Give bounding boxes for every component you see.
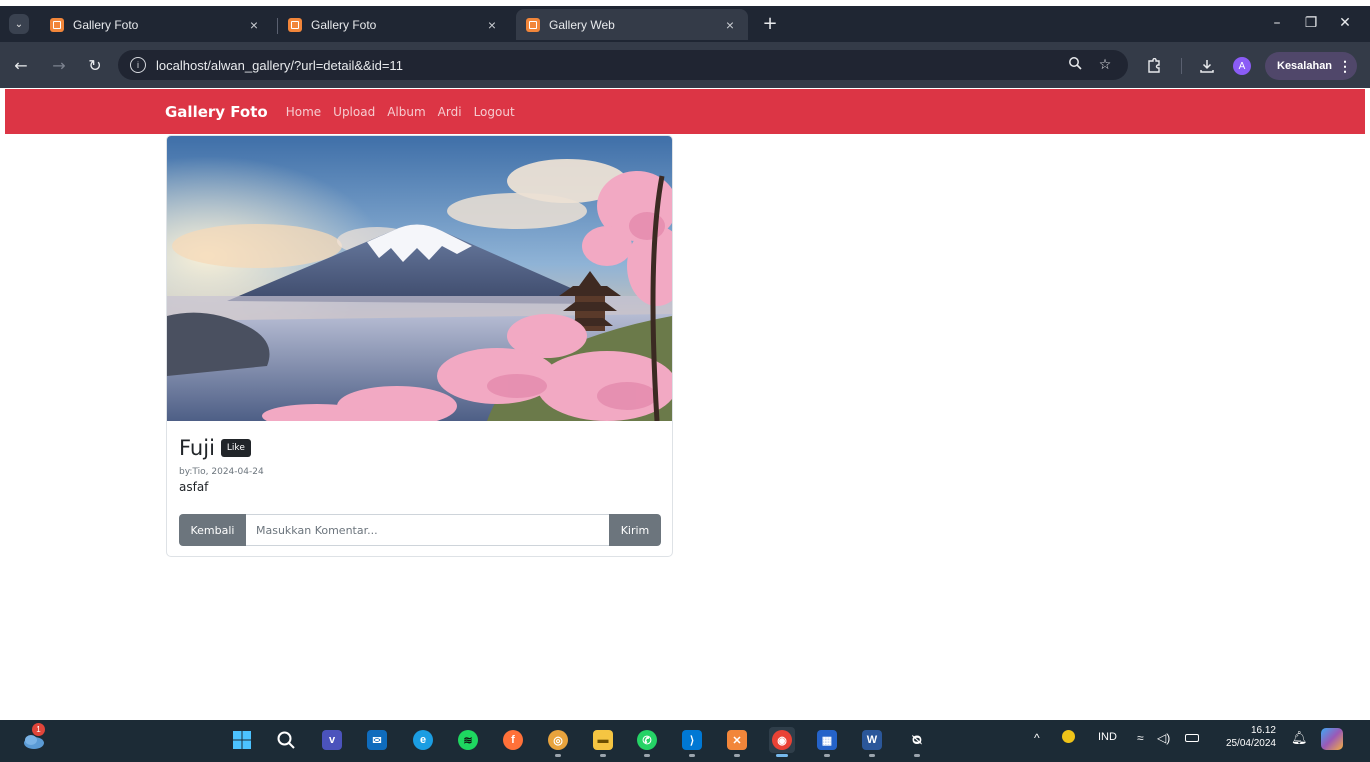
tab-gallery-foto-2[interactable]: Gallery Foto × (278, 9, 510, 40)
restore-button[interactable]: ❐ (1296, 12, 1326, 34)
clock-date: 25/04/2024 (1225, 738, 1276, 749)
download-icon[interactable] (1196, 55, 1218, 77)
url-text[interactable]: localhost/alwan_gallery/?url=detail&&id=… (156, 58, 1056, 73)
running-indicator (824, 754, 830, 757)
close-window-button[interactable]: ✕ (1330, 12, 1360, 34)
reload-icon[interactable]: ↻ (84, 54, 106, 76)
chrome-dev-icon[interactable]: ◎ (545, 727, 571, 757)
profile-avatar[interactable]: A (1233, 57, 1251, 75)
clock[interactable]: 16.12 25/04/2024 (1216, 725, 1276, 749)
running-indicator (689, 754, 695, 757)
volume-icon[interactable]: ◁) (1157, 731, 1170, 745)
vscode-icon[interactable]: ⟩ (679, 727, 705, 757)
tab-title: Gallery Foto (311, 17, 377, 32)
browser-tab-strip: ⌄ Gallery Foto × Gallery Foto × Gallery … (0, 6, 1370, 42)
teams-meet-icon[interactable]: v (319, 727, 345, 753)
title-row: Fuji Like (179, 434, 663, 462)
extensions-icon[interactable] (1143, 55, 1165, 77)
copilot-icon[interactable]: ᴓ (904, 727, 930, 757)
copilot-tray-icon[interactable] (1321, 728, 1343, 750)
tray-app-icon[interactable] (1062, 730, 1075, 743)
microsoft-store-icon[interactable]: ▦ (814, 727, 840, 757)
site-info-icon[interactable]: i (130, 57, 146, 73)
site-navbar: Gallery Foto Home Upload Album Ardi Logo… (5, 89, 1365, 134)
back-button[interactable]: Kembali (179, 514, 246, 546)
xampp-favicon-icon (526, 17, 540, 32)
windows-taskbar: 1 v ✉ e ≋ f ◎ ▬ ✆ ⟩ ✕ ◉ ▦ W ᴓ ^ IND ≈ ◁)… (0, 720, 1370, 762)
running-indicator (734, 754, 740, 757)
running-indicator (555, 754, 561, 757)
nav-link-ardi[interactable]: Ardi (438, 105, 462, 119)
tab-close-icon[interactable]: × (484, 17, 500, 33)
language-indicator[interactable]: IND (1098, 731, 1117, 743)
nav-link-logout[interactable]: Logout (474, 105, 515, 119)
comment-form: Kembali Kirim (179, 514, 661, 546)
running-indicator (914, 754, 920, 757)
zoom-icon[interactable] (1064, 56, 1086, 74)
photo-detail-card: Fuji Like by:Tio, 2024-04-24 asfaf Kemba… (166, 135, 673, 557)
browser-toolbar: ← → ↻ i localhost/alwan_gallery/?url=det… (0, 42, 1370, 88)
forward-icon[interactable]: → (48, 54, 70, 76)
minimize-button[interactable]: – (1262, 12, 1292, 34)
error-button-label: Kesalahan (1277, 60, 1333, 72)
search-icon[interactable] (273, 727, 299, 753)
error-menu-button[interactable]: Kesalahan ⋮ (1265, 52, 1357, 80)
tab-gallery-foto-1[interactable]: Gallery Foto × (40, 9, 272, 40)
file-explorer-icon[interactable]: ▬ (590, 727, 616, 757)
nav-link-home[interactable]: Home (286, 105, 321, 119)
xampp-icon[interactable]: ✕ (724, 727, 750, 757)
card-body: Fuji Like by:Tio, 2024-04-24 asfaf (179, 434, 663, 494)
nav-link-album[interactable]: Album (387, 105, 425, 119)
chrome-icon[interactable]: ◉ (769, 727, 795, 757)
running-indicator (869, 754, 875, 757)
wifi-icon[interactable]: ≈ (1137, 731, 1144, 745)
back-icon[interactable]: ← (10, 54, 32, 76)
word-icon[interactable]: W (859, 727, 885, 757)
photo-image (167, 136, 672, 421)
notification-bell-icon[interactable]: 🔔︎ (1291, 730, 1308, 746)
edge-icon[interactable]: e (410, 727, 436, 753)
bookmark-star-icon[interactable]: ☆ (1094, 57, 1116, 73)
send-comment-button[interactable]: Kirim (609, 514, 661, 546)
running-indicator (644, 754, 650, 757)
xampp-favicon-icon (50, 17, 64, 32)
new-tab-button[interactable]: + (760, 12, 780, 34)
clock-time: 16.12 (1250, 725, 1276, 736)
whatsapp-icon[interactable]: ✆ (634, 727, 660, 757)
tab-title: Gallery Foto (73, 17, 139, 32)
navbar-brand[interactable]: Gallery Foto (165, 103, 268, 121)
photo-title: Fuji (179, 436, 215, 460)
toolbar-separator (1181, 58, 1182, 74)
chevron-up-icon[interactable]: ^ (1034, 731, 1040, 745)
tab-title: Gallery Web (549, 17, 615, 32)
comment-input[interactable] (246, 514, 609, 546)
kebab-menu-icon: ⋮ (1338, 57, 1353, 74)
running-indicator (600, 754, 606, 757)
nav-link-upload[interactable]: Upload (333, 105, 375, 119)
tab-gallery-web[interactable]: Gallery Web × (516, 9, 748, 40)
start-icon[interactable] (229, 727, 255, 753)
xampp-favicon-icon (288, 17, 302, 32)
photo-meta: by:Tio, 2024-04-24 (179, 467, 264, 477)
address-bar[interactable]: i localhost/alwan_gallery/?url=detail&&i… (118, 50, 1128, 80)
like-button[interactable]: Like (220, 439, 251, 457)
tab-search-icon[interactable]: ⌄ (9, 14, 29, 34)
firefox-icon[interactable]: f (500, 727, 526, 753)
notification-badge: 1 (32, 723, 45, 736)
running-indicator (776, 754, 788, 757)
battery-icon[interactable] (1185, 734, 1199, 742)
tab-close-icon[interactable]: × (246, 17, 262, 33)
photo-description: asfaf (179, 480, 209, 494)
tab-close-icon[interactable]: × (722, 17, 738, 33)
spotify-icon[interactable]: ≋ (455, 727, 481, 753)
mail-icon[interactable]: ✉ (364, 727, 390, 753)
